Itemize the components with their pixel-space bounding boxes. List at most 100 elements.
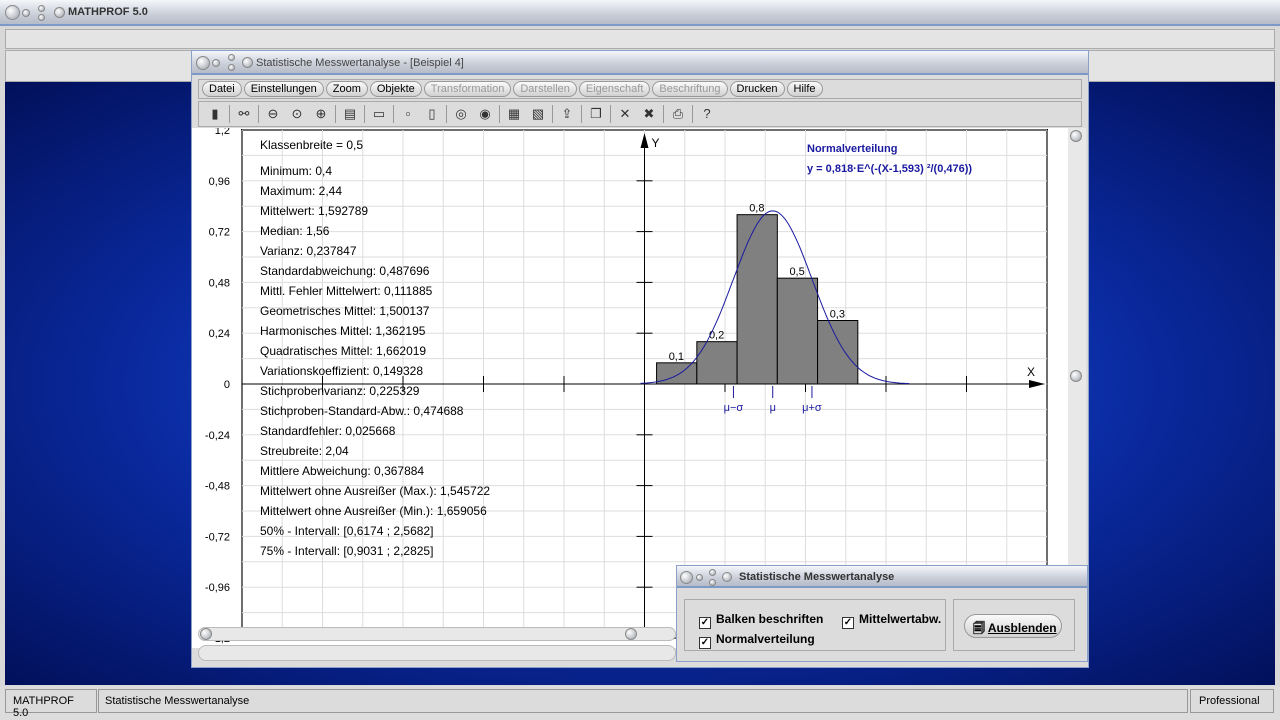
scroll-left-button[interactable] xyxy=(200,628,212,640)
stat-line: Mittl. Fehler Mittelwert: 0,111885 xyxy=(260,284,433,298)
panel-icon xyxy=(722,572,732,582)
stat-line: Mittelwert: 1,592789 xyxy=(260,204,369,218)
menu-hilfe[interactable]: Hilfe xyxy=(786,81,823,97)
copy-icon[interactable]: ❐ xyxy=(587,105,605,123)
double-frame-icon[interactable]: ▯ xyxy=(423,105,441,123)
options-group: ✓ Balken beschriften ✓ Mittelwertabw. ✓ Nor… xyxy=(684,599,946,651)
chart-doc-icon[interactable]: ▧ xyxy=(529,105,547,123)
checkbox-icon[interactable]: ✓ xyxy=(842,617,854,629)
y-tick-label: 0,96 xyxy=(209,176,230,188)
export-icon[interactable]: ⇪ xyxy=(558,105,576,123)
zoom-out-icon[interactable]: ⊖ xyxy=(264,105,282,123)
vertical-scroll-thumb[interactable] xyxy=(1070,370,1082,382)
toolbar-separator xyxy=(610,105,611,123)
maximize-icon[interactable] xyxy=(38,5,45,12)
bar-label: 0,5 xyxy=(789,266,804,278)
status-scroll-strip xyxy=(198,645,676,661)
horizontal-scroll-thumb[interactable] xyxy=(625,628,637,640)
panel-title-bar: Statistische Messwertanalyse xyxy=(677,566,1087,588)
checkbox-label: Normalverteilung xyxy=(716,632,815,646)
window-maximize-icon[interactable] xyxy=(228,54,235,61)
table-icon[interactable]: ▦ xyxy=(505,105,523,123)
marker-label: μ−σ xyxy=(724,402,744,414)
panel-menu-icon[interactable] xyxy=(680,571,693,584)
menu-objekte[interactable]: Objekte xyxy=(369,81,422,97)
app-title: MATHPROF 5.0 xyxy=(68,6,148,18)
stat-line: Mittelwert ohne Ausreißer (Min.): 1,6590… xyxy=(260,504,487,518)
window-icon[interactable]: ▭ xyxy=(370,105,388,123)
stat-line: Standardabweichung: 0,487696 xyxy=(260,264,430,278)
y-tick-label: 0,24 xyxy=(209,328,230,340)
stat-line: 50% - Intervall: [0,6174 ; 2,5682] xyxy=(260,524,434,538)
app-icon xyxy=(54,7,65,18)
window-menu-icon[interactable] xyxy=(196,56,210,70)
scroll-up-button[interactable] xyxy=(1070,130,1082,142)
panel-minimize-icon[interactable] xyxy=(696,574,703,581)
properties-icon[interactable]: ▤ xyxy=(341,105,359,123)
checkbox-mittelwertabw[interactable]: ✓ Mittelwertabw. xyxy=(842,612,941,629)
menu-zoom[interactable]: Zoom xyxy=(325,81,368,97)
menu-drucken[interactable]: Drucken xyxy=(729,81,785,97)
y-tick-label: -0,48 xyxy=(205,481,230,493)
y-tick-label: -0,96 xyxy=(205,582,230,594)
statistics-list: Klassenbreite = 0,5 Minimum: 0,4 Maximum: … xyxy=(260,135,490,561)
menu-transformation: Transformation xyxy=(423,81,512,97)
app-menu-icon[interactable] xyxy=(5,5,20,20)
stat-line: Harmonisches Mittel: 1,362195 xyxy=(260,324,426,338)
minimize-icon[interactable] xyxy=(22,9,30,17)
app-menu-bar xyxy=(5,29,1275,49)
hide-icon: 🗐 xyxy=(973,621,985,635)
stat-line: Maximum: 2,44 xyxy=(260,184,343,198)
checkbox-icon[interactable]: ✓ xyxy=(699,617,711,629)
checkbox-normalverteilung[interactable]: ✓ Normalverteilung xyxy=(699,632,815,649)
window-title-bar: Statistische Messwertanalyse - [Beispiel… xyxy=(192,51,1088,75)
circle-a-icon[interactable]: ◎ xyxy=(452,105,470,123)
close-icon[interactable] xyxy=(38,14,45,21)
glasses-icon[interactable]: ⚯ xyxy=(235,105,253,123)
window-close-icon[interactable] xyxy=(228,64,235,71)
status-app: MATHPROF 5.0 xyxy=(5,689,97,719)
menu-einstellungen[interactable]: Einstellungen xyxy=(243,81,324,97)
horizontal-scrollbar[interactable] xyxy=(198,627,676,641)
bar-label: 0,1 xyxy=(669,351,684,363)
curve-formula: y = 0,818·E^(-(X-1,593) ²/(0,476)) xyxy=(807,163,972,175)
menu-beschriftung: Beschriftung xyxy=(652,81,728,97)
stat-line: Klassenbreite = 0,5 xyxy=(260,138,364,152)
stat-line: Standardfehler: 0,025668 xyxy=(260,424,396,438)
vertical-scrollbar[interactable] xyxy=(1068,128,1086,593)
checkbox-balken-beschriften[interactable]: ✓ Balken beschriften xyxy=(699,612,823,629)
remove-icon[interactable]: ✕ xyxy=(616,105,634,123)
stat-line: Mittlere Abweichung: 0,367884 xyxy=(260,464,425,478)
stat-line: Stichprobenvarianz: 0,225329 xyxy=(260,384,420,398)
menu-eigenschaft: Eigenschaft xyxy=(578,81,651,97)
stat-line: Streubreite: 2,04 xyxy=(260,444,349,458)
menu-datei[interactable]: Datei xyxy=(202,81,242,97)
window-icon xyxy=(242,57,253,68)
y-tick-label: 0 xyxy=(224,379,230,391)
toolbar-separator xyxy=(393,105,394,123)
calculator-icon[interactable]: ▮ xyxy=(206,105,224,123)
remove-all-icon[interactable]: ✖ xyxy=(640,105,658,123)
checkbox-icon[interactable]: ✓ xyxy=(699,637,711,649)
hide-button[interactable]: 🗐 Ausblenden xyxy=(964,614,1062,638)
hide-button-label: Ausblenden xyxy=(987,621,1057,635)
stat-line: Stichproben-Standard-Abw.: 0,474688 xyxy=(260,404,464,418)
toolbar-separator xyxy=(335,105,336,123)
single-frame-icon[interactable]: ▫ xyxy=(399,105,417,123)
status-module: Statistische Messwertanalyse xyxy=(98,689,1188,713)
print-icon[interactable]: ⎙ xyxy=(669,105,687,123)
window-minimize-icon[interactable] xyxy=(212,59,220,67)
toolbar-separator xyxy=(364,105,365,123)
panel-close-icon[interactable] xyxy=(709,579,716,586)
circle-b-icon[interactable]: ◉ xyxy=(476,105,494,123)
zoom-reset-icon[interactable]: ⊙ xyxy=(288,105,306,123)
stat-line: Mittelwert ohne Ausreißer (Max.): 1,5457… xyxy=(260,484,491,498)
y-tick-label: -0,72 xyxy=(205,531,230,543)
panel-maximize-icon[interactable] xyxy=(709,569,716,576)
help-icon[interactable]: ? xyxy=(698,105,716,123)
bar-label: 0,8 xyxy=(749,203,764,215)
stat-line: Varianz: 0,237847 xyxy=(260,244,357,258)
zoom-in-icon[interactable]: ⊕ xyxy=(312,105,330,123)
bar-label: 0,2 xyxy=(709,330,724,342)
stat-line: Minimum: 0,4 xyxy=(260,164,333,178)
